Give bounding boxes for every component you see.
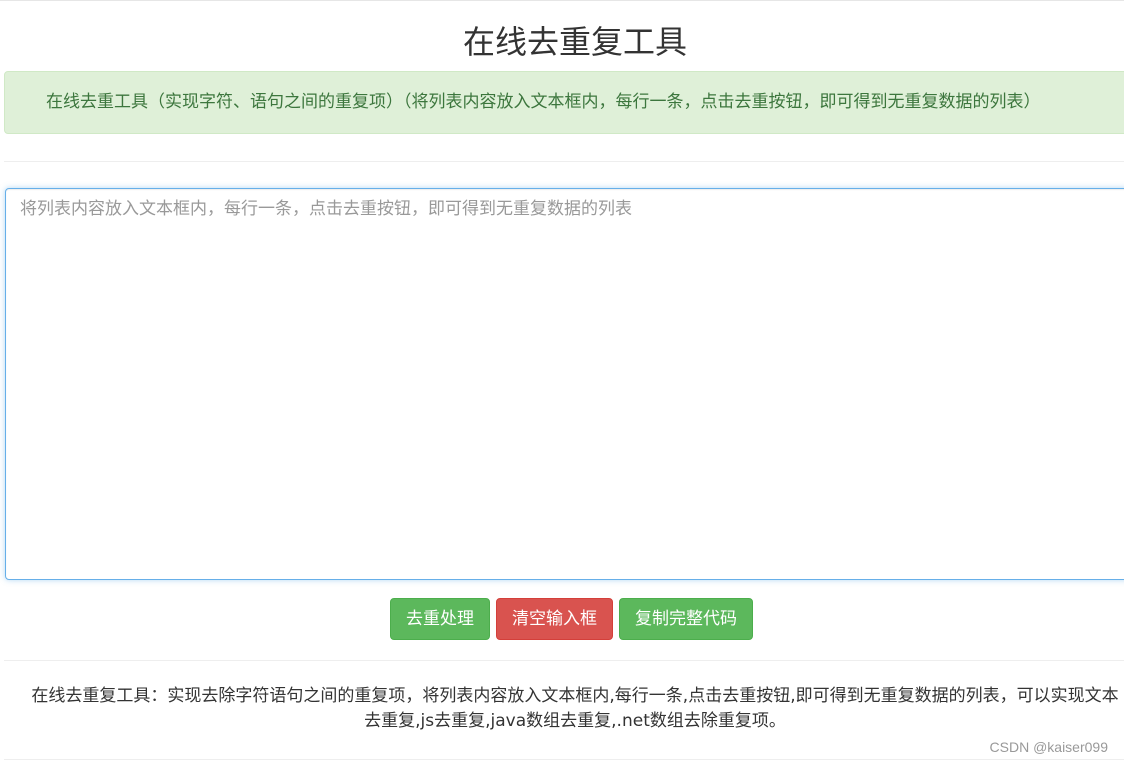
watermark: CSDN @kaiser099 <box>989 739 1108 755</box>
description-line: 去重复,js去重复,java数组去重复,.net数组去除重复项。 <box>364 711 786 731</box>
list-input-textarea[interactable] <box>5 188 1124 580</box>
page: 在线去重复工具 在线去重工具（实现字符、语句之间的重复项）（将列表内容放入文本框… <box>0 0 1124 763</box>
description-line: 在线去重复工具：实现去除字符语句之间的重复项，将列表内容放入文本框内,每行一条,… <box>31 686 1119 706</box>
clear-input-button[interactable]: 清空输入框 <box>496 598 613 640</box>
divider <box>4 759 1124 760</box>
divider <box>4 660 1124 661</box>
copy-code-button[interactable]: 复制完整代码 <box>619 598 753 640</box>
info-alert-text: 在线去重工具（实现字符、语句之间的重复项）（将列表内容放入文本框内，每行一条，点… <box>46 92 1041 112</box>
tool-description: 在线去重复工具：实现去除字符语句之间的重复项，将列表内容放入文本框内,每行一条,… <box>0 684 1124 734</box>
editor-container <box>5 188 1124 580</box>
dedupe-button[interactable]: 去重处理 <box>390 598 490 640</box>
info-alert: 在线去重工具（实现字符、语句之间的重复项）（将列表内容放入文本框内，每行一条，点… <box>4 71 1124 134</box>
top-divider <box>0 0 1124 1</box>
page-title: 在线去重复工具 <box>462 23 687 61</box>
divider <box>4 161 1124 162</box>
action-buttons: 去重处理 清空输入框 复制完整代码 <box>390 598 753 640</box>
